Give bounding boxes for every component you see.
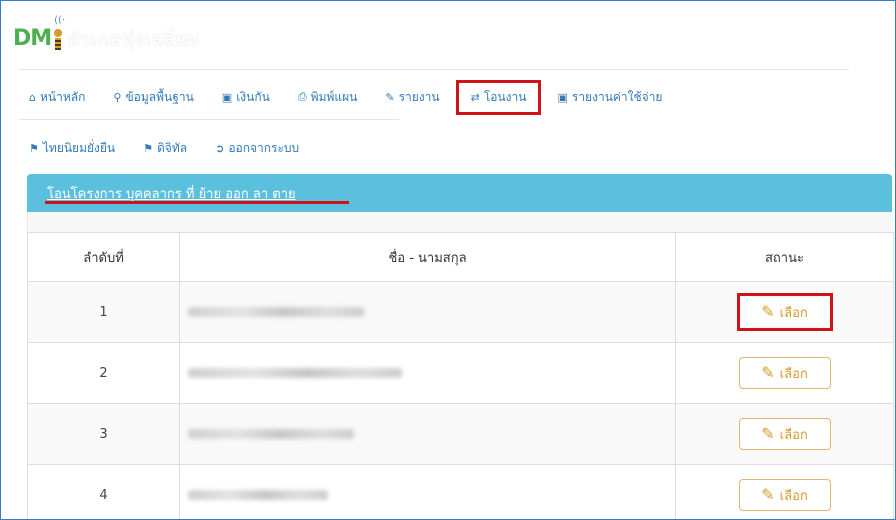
edit-icon: ✎: [761, 487, 775, 504]
select-button[interactable]: ✎ เลือก: [738, 479, 831, 511]
nav-item-home[interactable]: ⌂ หน้าหลัก: [29, 88, 85, 107]
edit-icon: ✎: [761, 304, 775, 321]
nav-item-label: รายงาน: [398, 89, 440, 104]
nav-item-label: โอนงาน: [483, 89, 527, 104]
person-name-redacted: [179, 403, 676, 465]
site-logo[interactable]: DM ((· อำเภอทุ่งเสลี่ยม: [13, 15, 201, 53]
nav-item-logout[interactable]: ➲ ออกจากระบบ: [215, 139, 299, 158]
nav-item-thai-niyom[interactable]: ⚑ ไทยนิยมยั่งยืน: [29, 139, 115, 158]
logo-i-icon: ((·: [52, 15, 65, 51]
nav-item-label: ข้อมูลพื้นฐาน: [125, 89, 194, 104]
map-marker-icon: ⚲: [113, 90, 122, 104]
nav-item-expense-report[interactable]: ▣ รายงานค่าใช้จ่าย: [557, 88, 662, 107]
select-button-label: เลือก: [779, 365, 808, 381]
header-divider: [19, 69, 849, 70]
select-button[interactable]: ✎ เลือก: [738, 357, 831, 389]
panel-heading: โอนโครงการ บุคคลากร ที่ ย้าย ออก ลา ตาย: [27, 174, 892, 212]
nav-item-label: ออกจากระบบ: [228, 140, 300, 155]
nav-item-label: ไทยนิยมยั่งยืน: [42, 140, 116, 155]
status-cell: ✎ เลือก: [675, 342, 894, 404]
row-number: 1: [27, 281, 180, 343]
person-name-redacted: [179, 464, 676, 519]
edit-icon: ✎: [761, 365, 775, 382]
nav-item-label: รายงานค่าใช้จ่าย: [571, 89, 663, 104]
table-row: 3 ✎ เลือก: [27, 403, 894, 465]
column-header-status: สถานะ: [675, 232, 894, 282]
nav-item-label: หน้าหลัก: [39, 89, 86, 104]
select-highlight-box: ✎ เลือก: [736, 293, 833, 331]
nav-item-digital[interactable]: ⚑ ดิจิทัล: [143, 139, 187, 158]
select-button-label: เลือก: [779, 304, 808, 320]
select-button[interactable]: ✎ เลือก: [738, 418, 831, 450]
table-row: 4 ✎ เลือก: [27, 464, 894, 519]
main-nav: ⌂ หน้าหลัก ⚲ ข้อมูลพื้นฐาน ▣ เงินกัน ⎙ พ…: [29, 79, 690, 115]
flag-icon: ⚑: [143, 141, 153, 155]
nav-item-reserve-fund[interactable]: ▣ เงินกัน: [222, 88, 270, 107]
nav-item-label: ดิจิทัล: [157, 140, 188, 155]
personnel-table: ลำดับที่ ชื่อ - นามสกุล สถานะ 1 ✎ เลือก: [27, 232, 894, 519]
money-icon: ▣: [557, 90, 568, 104]
edit-icon: ✎: [761, 426, 775, 443]
nav-item-print-plan[interactable]: ⎙ พิมพ์แผน: [298, 88, 358, 107]
row-number: 4: [27, 464, 180, 519]
select-button[interactable]: ✎ เลือก: [745, 299, 824, 325]
print-icon: ⎙: [297, 90, 307, 103]
status-cell: ✎ เลือก: [675, 281, 894, 343]
secondary-nav: ⚑ ไทยนิยมยั่งยืน ⚑ ดิจิทัล ➲ ออกจากระบบ: [29, 137, 327, 159]
row-number: 3: [27, 403, 180, 465]
logo-brand: DM: [13, 25, 52, 51]
flag-icon: ⚑: [29, 141, 39, 155]
select-button-label: เลือก: [779, 426, 808, 442]
app-window: DM ((· อำเภอทุ่งเสลี่ยม ⌂ หน้าหลัก ⚲ ข้อ…: [0, 0, 896, 520]
table-header-row: ลำดับที่ ชื่อ - นามสกุล สถานะ: [27, 232, 894, 282]
nav-item-basic-info[interactable]: ⚲ ข้อมูลพื้นฐาน: [113, 88, 193, 107]
logout-icon: ➲: [215, 141, 225, 155]
table-row: 1 ✎ เลือก: [27, 281, 894, 343]
panel-body-spacer: [27, 212, 893, 232]
table-row: 2 ✎ เลือก: [27, 342, 894, 404]
status-cell: ✎ เลือก: [675, 403, 894, 465]
row-number: 2: [27, 342, 180, 404]
status-cell: ✎ เลือก: [675, 464, 894, 519]
person-name-redacted: [179, 342, 676, 404]
nav-item-report[interactable]: ✎ รายงาน: [385, 88, 439, 107]
column-header-order: ลำดับที่: [27, 232, 180, 282]
home-icon: ⌂: [29, 90, 36, 104]
nav-item-transfer-work[interactable]: ⇄ โอนงาน: [455, 79, 542, 115]
nav-divider: [19, 119, 399, 120]
money-icon: ▣: [221, 90, 233, 104]
select-button-label: เลือก: [779, 487, 808, 503]
person-name-redacted: [179, 281, 676, 343]
nav-item-label: พิมพ์แผน: [310, 89, 358, 104]
transfer-icon: ⇄: [470, 90, 480, 104]
pencil-icon: ✎: [385, 90, 395, 104]
title-highlight-underline: [45, 201, 349, 204]
nav-item-label: เงินกัน: [236, 89, 270, 104]
column-header-name: ชื่อ - นามสกุล: [179, 232, 676, 282]
logo-subtitle: อำเภอทุ่งเสลี่ยม: [68, 28, 201, 50]
